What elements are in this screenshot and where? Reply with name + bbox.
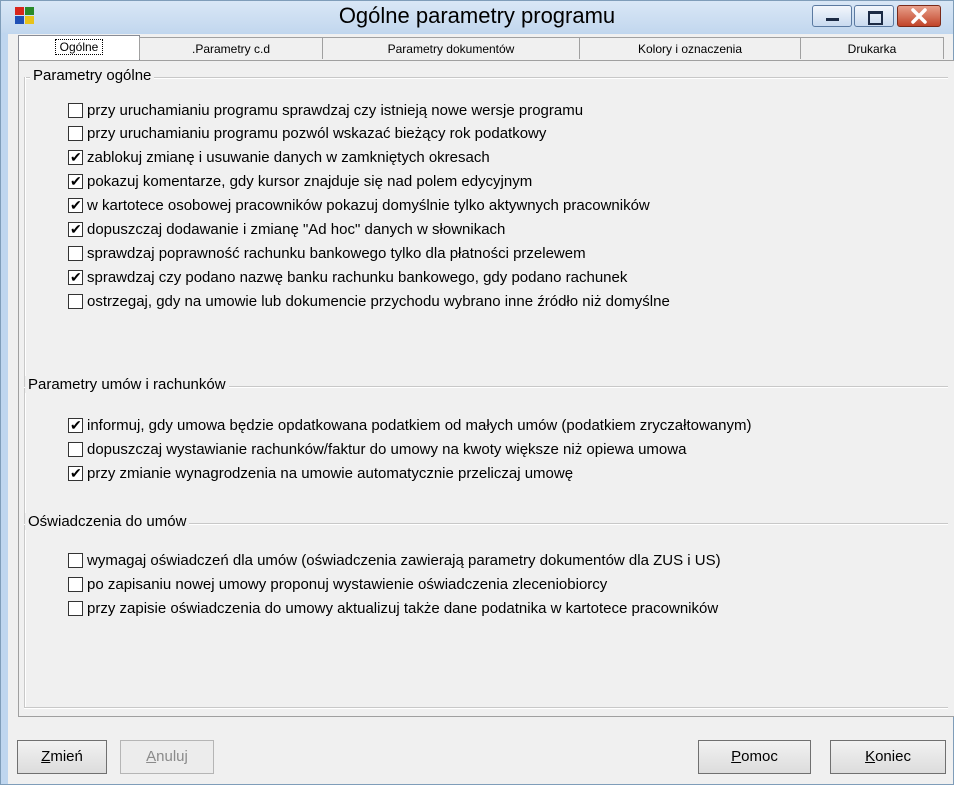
- maximize-button[interactable]: [854, 5, 894, 27]
- tab-ogolne[interactable]: Ogólne: [18, 35, 140, 60]
- minimize-button[interactable]: [812, 5, 852, 27]
- option-invoices-exceed-contract[interactable]: dopuszczaj wystawianie rachunków/faktur …: [68, 441, 686, 458]
- maximize-icon: [868, 11, 883, 25]
- tab-kolory-i-oznaczenia[interactable]: Kolory i oznaczenia: [579, 37, 801, 59]
- close-icon: [911, 8, 927, 24]
- checkbox[interactable]: [68, 416, 83, 434]
- option-propose-declaration[interactable]: po zapisaniu nowej umowy proponuj wystaw…: [68, 576, 607, 593]
- window-title: Ogólne parametry programu: [338, 3, 616, 28]
- checkbox[interactable]: [68, 464, 83, 482]
- tab-parametry-dokumentow[interactable]: Parametry dokumentów: [322, 37, 580, 59]
- option-check-new-versions[interactable]: przy uruchamianiu programu sprawdzaj czy…: [68, 102, 583, 119]
- help-button[interactable]: Pomoc: [698, 740, 811, 774]
- group-frame-bottom: [24, 707, 948, 709]
- checkbox[interactable]: [68, 577, 83, 592]
- checkbox[interactable]: [68, 246, 83, 261]
- option-show-comments[interactable]: pokazuj komentarze, gdy kursor znajduje …: [68, 172, 532, 190]
- dialog-body: Ogólne .Parametry c.d Parametry dokument…: [8, 34, 954, 784]
- option-check-bank-name[interactable]: sprawdzaj czy podano nazwę banku rachunk…: [68, 268, 627, 286]
- group-general-frame-top: [24, 77, 948, 79]
- option-require-declarations[interactable]: wymagaj oświadczeń dla umów (oświadczeni…: [68, 552, 721, 569]
- tab-drukarka[interactable]: Drukarka: [800, 37, 944, 59]
- minimize-icon: [826, 18, 839, 21]
- option-update-taxpayer-data[interactable]: przy zapisie oświadczenia do umowy aktua…: [68, 600, 718, 617]
- checkbox[interactable]: [68, 172, 83, 190]
- option-choose-tax-year[interactable]: przy uruchamianiu programu pozwól wskaza…: [68, 125, 546, 142]
- change-button[interactable]: Zmień: [17, 740, 107, 774]
- checkbox[interactable]: [68, 268, 83, 286]
- checkbox[interactable]: [68, 601, 83, 616]
- end-button[interactable]: Koniec: [830, 740, 946, 774]
- group-declarations-title: Oświadczenia do umów: [25, 513, 190, 530]
- option-recalculate-contract[interactable]: przy zmianie wynagrodzenia na umowie aut…: [68, 464, 573, 482]
- option-small-contracts-tax[interactable]: informuj, gdy umowa będzie opdatkowana p…: [68, 416, 751, 434]
- checkbox[interactable]: [68, 553, 83, 568]
- tab-strip: Ogólne .Parametry c.d Parametry dokument…: [18, 35, 944, 61]
- checkbox[interactable]: [68, 126, 83, 141]
- checkbox[interactable]: [68, 196, 83, 214]
- option-active-employees[interactable]: w kartotece osobowej pracowników pokazuj…: [68, 196, 650, 214]
- checkbox[interactable]: [68, 103, 83, 118]
- option-lock-closed-periods[interactable]: zablokuj zmianę i usuwanie danych w zamk…: [68, 148, 490, 166]
- option-warn-income-source[interactable]: ostrzegaj, gdy na umowie lub dokumencie …: [68, 293, 670, 310]
- option-validate-bank-account[interactable]: sprawdzaj poprawność rachunku bankowego …: [68, 245, 586, 262]
- tab-panel: Parametry ogólne przy uruchamianiu progr…: [18, 60, 954, 717]
- main-window: Ogólne parametry programu Ogólne .Parame…: [0, 0, 954, 785]
- option-ad-hoc-dictionaries[interactable]: dopuszczaj dodawanie i zmianę "Ad hoc" d…: [68, 220, 505, 238]
- checkbox[interactable]: [68, 442, 83, 457]
- tab-parametry-cd[interactable]: .Parametry c.d: [139, 37, 323, 59]
- title-bar[interactable]: Ogólne parametry programu: [1, 1, 953, 33]
- checkbox[interactable]: [68, 220, 83, 238]
- checkbox[interactable]: [68, 294, 83, 309]
- cancel-button[interactable]: Anuluj: [120, 740, 214, 774]
- checkbox[interactable]: [68, 148, 83, 166]
- close-button[interactable]: [897, 5, 941, 27]
- group-general-title: Parametry ogólne: [30, 67, 155, 84]
- group-contracts-title: Parametry umów i rachunków: [25, 376, 229, 393]
